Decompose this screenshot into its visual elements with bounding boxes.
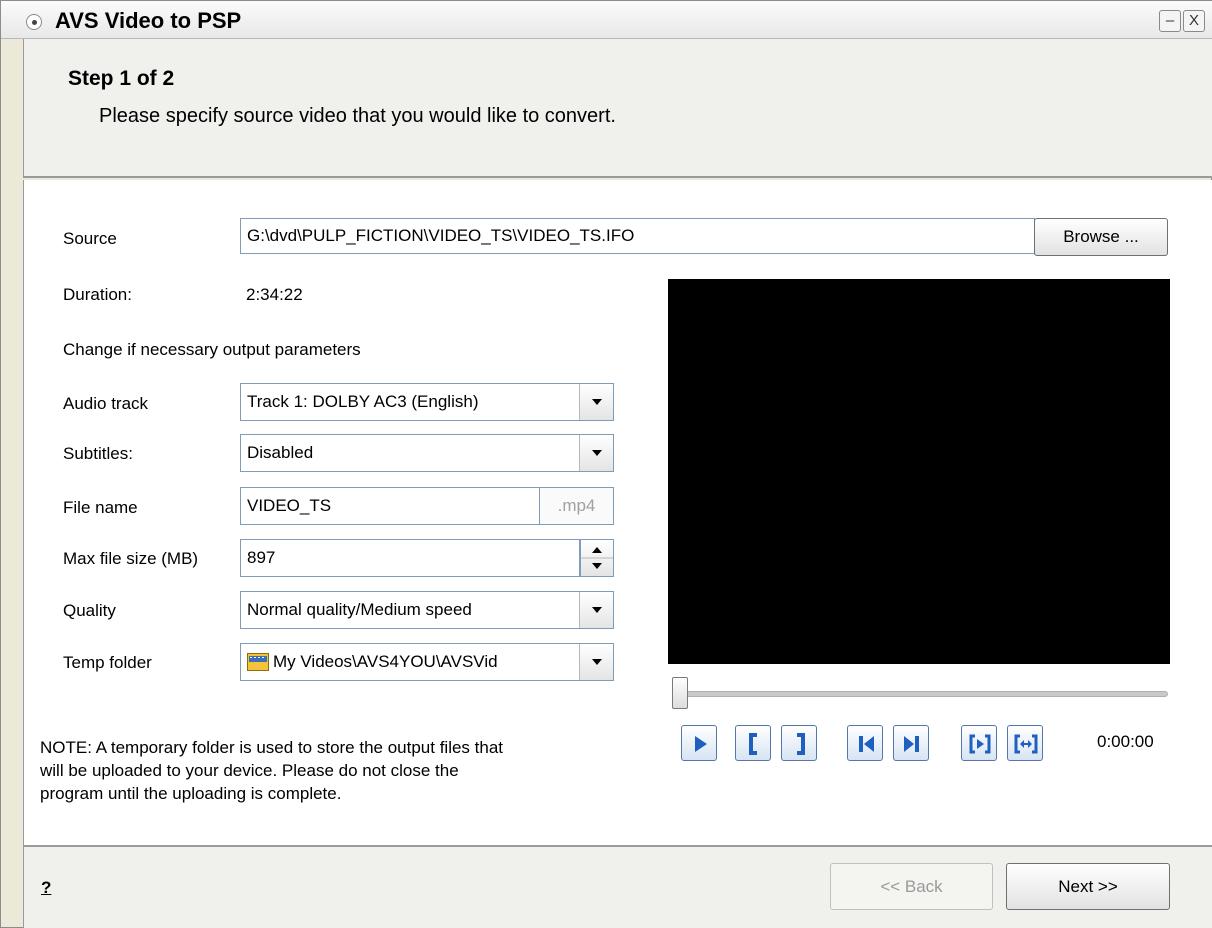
seek-slider-thumb[interactable] bbox=[672, 677, 688, 709]
chevron-down-icon[interactable] bbox=[579, 592, 613, 628]
duration-value: 2:34:22 bbox=[246, 285, 303, 304]
close-button[interactable]: X bbox=[1183, 10, 1205, 32]
app-window: AVS Video to PSP – X Step 1 of 2 Please … bbox=[0, 0, 1212, 928]
next-button[interactable]: Next >> bbox=[1006, 863, 1170, 910]
max-file-size-stepper[interactable] bbox=[580, 539, 614, 577]
temp-folder-value: My Videos\AVS4YOU\AVSVid bbox=[273, 652, 498, 671]
note-line: will be uploaded to your device. Please … bbox=[40, 761, 459, 780]
note-line: program until the uploading is complete. bbox=[40, 784, 342, 803]
step-title: Step 1 of 2 bbox=[68, 67, 175, 90]
subtitles-label: Subtitles: bbox=[63, 444, 133, 463]
mark-out-button[interactable] bbox=[781, 725, 817, 761]
time-display: 0:00:00 bbox=[1097, 732, 1154, 751]
fit-selection-button[interactable] bbox=[1007, 725, 1043, 761]
chevron-down-icon[interactable] bbox=[579, 435, 613, 471]
max-file-size-input[interactable]: 897 bbox=[240, 539, 580, 577]
quality-label: Quality bbox=[63, 601, 116, 620]
output-params-heading: Change if necessary output parameters bbox=[63, 340, 361, 359]
file-name-input[interactable]: VIDEO_TS bbox=[240, 487, 540, 525]
duration-label: Duration: bbox=[63, 285, 132, 304]
window-controls: – X bbox=[1159, 10, 1205, 32]
source-label: Source bbox=[63, 229, 117, 248]
file-name-label: File name bbox=[63, 498, 138, 517]
seek-track[interactable] bbox=[674, 691, 1168, 697]
video-preview bbox=[668, 279, 1170, 664]
window-title: AVS Video to PSP bbox=[55, 8, 242, 33]
subtitles-select[interactable]: Disabled bbox=[240, 434, 614, 472]
audio-track-select[interactable]: Track 1: DOLBY AC3 (English) bbox=[240, 383, 614, 421]
chevron-down-icon[interactable] bbox=[579, 644, 613, 680]
minimize-button[interactable]: – bbox=[1159, 10, 1181, 32]
play-button[interactable] bbox=[681, 725, 717, 761]
audio-track-value: Track 1: DOLBY AC3 (English) bbox=[247, 392, 479, 411]
quality-value: Normal quality/Medium speed bbox=[247, 600, 472, 619]
window-menu-icon[interactable] bbox=[26, 14, 42, 30]
audio-track-label: Audio track bbox=[63, 394, 149, 413]
quality-select[interactable]: Normal quality/Medium speed bbox=[240, 591, 614, 629]
temp-folder-select[interactable]: My Videos\AVS4YOU\AVSVid bbox=[240, 643, 614, 681]
skip-end-button[interactable] bbox=[893, 725, 929, 761]
subtitles-value: Disabled bbox=[247, 443, 314, 462]
note-line: NOTE: A temporary folder is used to stor… bbox=[40, 738, 504, 757]
max-file-size-label: Max file size (MB) bbox=[63, 549, 199, 568]
mark-in-button[interactable] bbox=[735, 725, 771, 761]
title-bar[interactable]: AVS Video to PSP – X bbox=[1, 1, 1212, 39]
folder-icon bbox=[247, 653, 269, 671]
step-header: Step 1 of 2 Please specify source video … bbox=[23, 39, 1212, 178]
back-button[interactable]: << Back bbox=[830, 863, 993, 910]
chevron-down-icon[interactable] bbox=[579, 384, 613, 420]
help-link[interactable]: ? bbox=[41, 878, 51, 898]
skip-start-button[interactable] bbox=[847, 725, 883, 761]
source-input[interactable]: G:\dvd\PULP_FICTION\VIDEO_TS\VIDEO_TS.IF… bbox=[240, 218, 1035, 254]
temp-folder-label: Temp folder bbox=[63, 653, 152, 672]
play-selection-button[interactable] bbox=[961, 725, 997, 761]
file-extension: .mp4 bbox=[539, 487, 614, 525]
note-text: NOTE: A temporary folder is used to stor… bbox=[40, 736, 503, 805]
step-description: Please specify source video that you wou… bbox=[99, 105, 616, 127]
browse-button[interactable]: Browse ... bbox=[1034, 218, 1168, 256]
